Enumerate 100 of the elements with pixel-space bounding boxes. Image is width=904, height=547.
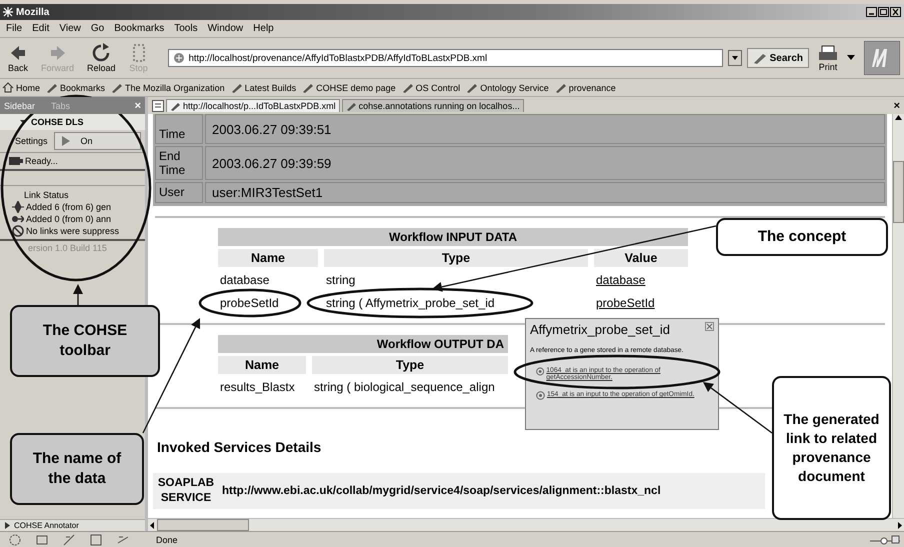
bookmark-icon <box>402 82 414 93</box>
link-bullet-icon <box>536 367 544 376</box>
scrollbar-thumb[interactable] <box>893 161 904 223</box>
bookmark-link[interactable]: Home <box>2 82 40 93</box>
address-field[interactable]: http://localhost/provenance/AffyIdToBlastxPDB/AffyIdToBLastxPDB.xml <box>168 49 723 67</box>
status-text: Done <box>156 534 179 544</box>
bookmark-link[interactable]: Latest Builds <box>230 82 296 93</box>
table-cell-text: http://www.ebi.ac.uk/collab/mygrid/service4/soap/services/alignment::blastx_ncl <box>222 484 662 499</box>
security-icon <box>870 534 900 546</box>
bookmark-link[interactable]: The Mozilla Organization <box>111 82 225 93</box>
menu-item[interactable]: View <box>59 23 81 34</box>
monitor-icon <box>9 156 23 166</box>
bookmark-icon <box>554 82 567 93</box>
table-cell: probeSetId <box>220 296 279 310</box>
menu-item[interactable]: Go <box>90 23 104 34</box>
table-cell: string ( biological_sequence_align <box>314 380 495 394</box>
app-icon <box>3 7 13 17</box>
throbber-logo <box>864 41 900 75</box>
browser-tab[interactable]: http://localhost/p...IdToBLastxPDB.xml <box>166 99 340 112</box>
menu-item[interactable]: Help <box>253 23 274 34</box>
sidebar-tab[interactable]: Sidebar <box>4 100 36 110</box>
table-cell: string <box>326 273 356 287</box>
blocked-icon <box>12 225 24 237</box>
reload-button[interactable]: Reload <box>83 43 120 73</box>
link-icon <box>12 213 24 225</box>
column-header: Value <box>594 249 688 267</box>
menu-item[interactable]: Tools <box>174 23 198 34</box>
caret-icon[interactable] <box>847 55 855 61</box>
callout-arrow <box>73 284 83 305</box>
table-title: Workflow OUTPUT DA <box>218 335 508 353</box>
search-button[interactable]: Search <box>746 48 809 68</box>
bookmark-icon <box>111 82 124 93</box>
component-icon[interactable] <box>8 532 22 546</box>
status-text: Ready... <box>25 156 58 166</box>
value-link[interactable]: probeSetId <box>596 296 655 310</box>
settings-label: Settings <box>15 136 48 146</box>
bookmark-link[interactable]: OS Control <box>402 82 460 93</box>
table-cell: User <box>155 182 203 203</box>
window-title: Mozilla <box>16 6 50 18</box>
table-cell: 2003.06.27 09:39:59 <box>205 146 885 180</box>
expand-icon[interactable] <box>5 522 10 529</box>
menu-item[interactable]: Bookmarks <box>114 23 164 34</box>
component-icon[interactable] <box>35 532 49 546</box>
menu-item[interactable]: Window <box>208 23 244 34</box>
callout-label: The COHSE toolbar <box>10 305 160 377</box>
scroll-right-icon[interactable] <box>895 520 904 530</box>
panel-title: COHSE DLS <box>31 117 84 127</box>
callout-label: The generated link to related provenance document <box>772 376 891 520</box>
close-button[interactable] <box>890 7 901 17</box>
page-icon <box>172 52 185 64</box>
column-header: Name <box>218 356 306 374</box>
version-text: ersion 1.0 Build 115 <box>27 242 108 255</box>
bookmark-icon <box>302 82 314 93</box>
maximize-button[interactable] <box>878 7 889 17</box>
bookmark-icon <box>466 82 478 93</box>
component-icon[interactable] <box>62 532 76 546</box>
sidebar-close-button[interactable]: × <box>134 100 141 112</box>
horizontal-scrollbar[interactable] <box>148 518 904 531</box>
vertical-scrollbar[interactable] <box>892 114 904 518</box>
menu-item[interactable]: Edit <box>32 23 50 34</box>
scroll-left-icon[interactable] <box>148 520 157 530</box>
column-header: Type <box>312 356 508 374</box>
reload-icon <box>91 43 112 63</box>
table-cell: user:MIR3TestSet1 <box>205 182 885 203</box>
new-tab-icon[interactable] <box>152 100 164 112</box>
value-link[interactable]: database <box>596 273 646 287</box>
dropdown-button[interactable] <box>728 50 742 66</box>
close-icon[interactable] <box>705 322 714 331</box>
component-icon[interactable] <box>89 532 103 546</box>
link-bullet-icon <box>536 391 545 400</box>
bookmark-link[interactable]: Bookmarks <box>46 82 106 93</box>
home-icon <box>2 82 14 93</box>
bookmark-icon <box>46 82 58 93</box>
collapse-icon[interactable] <box>20 120 27 124</box>
bookmark-link[interactable]: COHSE demo page <box>302 82 396 93</box>
scrollbar-thumb[interactable] <box>157 519 249 531</box>
link-status-title: Link Status <box>23 190 70 200</box>
minimize-button[interactable] <box>866 7 877 17</box>
column-header: Type <box>324 249 588 267</box>
bookmark-link[interactable]: Ontology Service <box>466 82 549 93</box>
callout-label: The name of the data <box>10 433 144 505</box>
bookmark-icon <box>170 101 181 111</box>
print-button[interactable]: Print <box>814 44 842 72</box>
column-header: Name <box>218 249 318 267</box>
menu-item[interactable]: File <box>6 23 22 34</box>
link-status-line: Added 0 (from 0) ann <box>26 214 112 224</box>
callout-label: The concept <box>716 218 888 256</box>
table-cell: database <box>220 273 270 287</box>
bookmark-link[interactable]: provenance <box>554 82 616 93</box>
close-tab-button[interactable]: × <box>894 100 900 112</box>
bookmark-icon <box>230 82 243 93</box>
popup-title: Affymetrix_probe_set_id <box>530 322 670 337</box>
toggle-button[interactable]: On <box>54 132 141 150</box>
play-icon <box>60 135 71 147</box>
back-button[interactable]: Back <box>4 43 32 73</box>
table-cell: results_Blastx <box>220 380 295 394</box>
link-status-line: No links were suppress <box>26 226 120 236</box>
browser-tab[interactable]: cohse.annotations running on localhos... <box>342 99 524 112</box>
section-heading: Invoked Services Details <box>157 439 322 455</box>
printer-icon <box>818 44 838 62</box>
